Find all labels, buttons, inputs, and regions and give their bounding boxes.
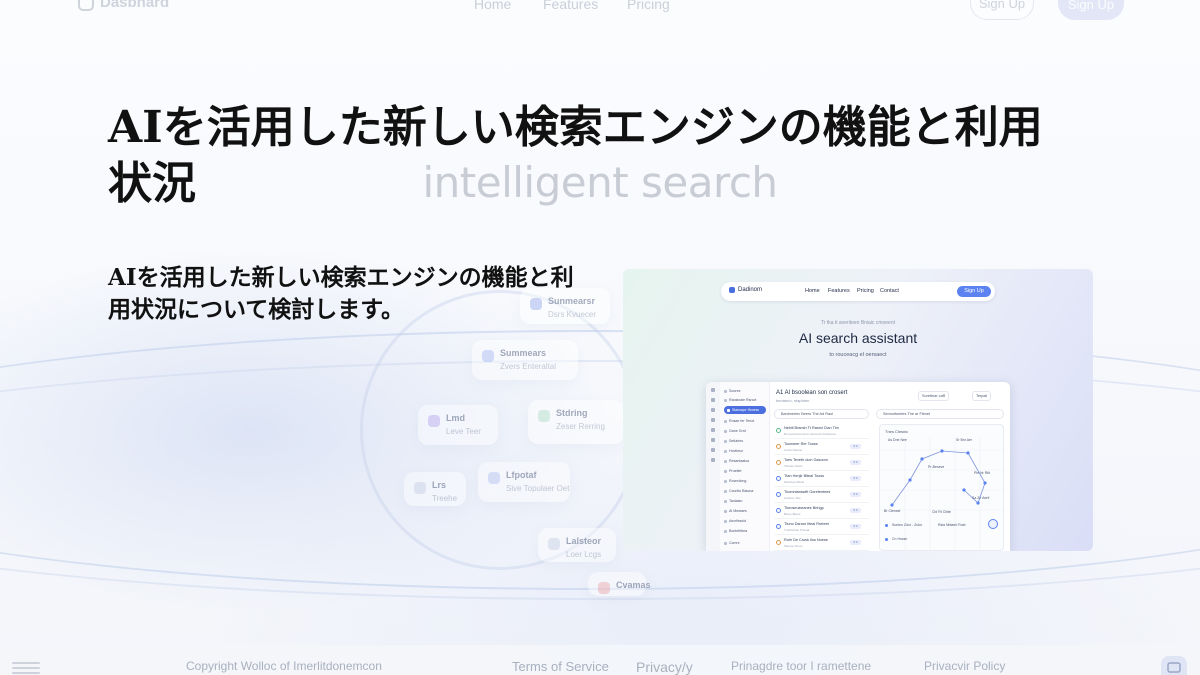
hero-title: AIを活用した新しい検索エンジンの機能と利用状況 (108, 102, 1043, 209)
map-header: Tnes Clesnic (885, 429, 909, 434)
menu-icon[interactable] (12, 659, 40, 675)
sidebar-item[interactable]: Soores (724, 387, 740, 395)
app-icon-rail (706, 382, 720, 551)
list-item[interactable]: Toes Texeth ulon Gasoom Ttierise Nesto 4… (774, 456, 869, 471)
app-main-subtitle: benaeno, ntaptnen (776, 398, 810, 403)
background-nav-home[interactable]: Home (474, 0, 511, 12)
sidebar-item[interactable]: Gane Grnt (724, 427, 746, 435)
screenshot-nav-contact[interactable]: Contact (880, 288, 899, 294)
sidebar-item[interactable]: Ccunlto Blaona (724, 487, 753, 495)
sidebar-item[interactable]: Ccmre (724, 539, 740, 547)
app-sidebar: Soores Raosinale Rsrcot Stanoqor Hroess … (720, 382, 770, 551)
sidebar-item[interactable]: Asvrifraoid (724, 517, 746, 525)
product-screenshot: Dadinom Home Features Pricing Contact Si… (623, 269, 1093, 551)
map-legend-item: Rsia Nbtaeri Ruel (938, 523, 966, 527)
app-toolbar-button[interactable]: Terpail (972, 391, 992, 401)
background-nav-pricing[interactable]: Pricing (627, 0, 670, 12)
screenshot-title: AI search assistant (798, 330, 918, 346)
map-location-label: Br Ctensel (884, 509, 901, 513)
app-search-input[interactable]: Sennoltoertes The ar Ftlmet (876, 409, 1004, 419)
screenshot-navbar: Dadinom Home Features Pricing Contact Si… (721, 282, 995, 301)
map-location-label: Cbl Rt Clirte (932, 510, 951, 514)
sidebar-item[interactable]: Setiahes (724, 437, 743, 445)
footer-terms-link[interactable]: Terms of Service (512, 659, 609, 674)
map-location-label: Pr-Beseve (928, 465, 945, 469)
logo-icon (78, 0, 94, 11)
screenshot-subtitle: to rouceacg el oersaect (829, 352, 887, 358)
screenshot-logo: Dadinom (729, 287, 762, 293)
background-footer: Copyright Wolloc of Imerlitdonemcon Term… (0, 645, 1200, 675)
screenshot-nav-home[interactable]: Home (805, 288, 820, 294)
sidebar-item[interactable]: Pruetlet (724, 467, 741, 475)
route-map (880, 437, 1005, 551)
legend-dot-icon (885, 538, 888, 541)
list-item[interactable]: Tounseer Rer Tooss Cxrrls Retoter 4 4 (774, 440, 869, 455)
background-card: Stdring Zeser Rerring (528, 400, 624, 444)
footer-privacy-link[interactable]: Privacy/y (636, 659, 693, 675)
screenshot-nav-pricing[interactable]: Pricing (857, 288, 874, 294)
app-search-input[interactable]: Banimertev Beers The Ad Raol (774, 409, 869, 419)
route-map-panel[interactable]: Tnes Clesnic As Dne Nee Sr Bnr Aer Ple N… (879, 424, 1005, 551)
map-location-label: Ple Nr Rtit (974, 471, 990, 475)
footer-copyright: Copyright Wolloc of Imerlitdonemcon (186, 659, 382, 673)
screenshot-nav-features[interactable]: Features (828, 288, 850, 294)
sidebar-item[interactable]: Hovtleso (724, 447, 743, 455)
app-window: Soores Raosinale Rsrcot Stanoqor Hroess … (706, 382, 1010, 551)
sidebar-item[interactable]: Tanlasto (724, 497, 742, 505)
map-location-label: Sa Ze Aerit (972, 496, 990, 500)
sidebar-item[interactable]: Rnsae fer Tenot (724, 417, 754, 425)
app-main-title: A1 Al bsoolean son crosert (776, 390, 848, 396)
map-legend-item: Sunieo Zdor - Zulor (892, 523, 923, 527)
background-signup-button[interactable]: Sign Up (1058, 0, 1124, 20)
list-item[interactable]: Ttan Henjir Biteal Tooss Dserlsce Ritols… (774, 472, 869, 487)
legend-dot-icon (885, 524, 888, 527)
footer-privacy-policy-link[interactable]: Privacvir Policy (924, 659, 1005, 673)
list-item[interactable]: Nehiil Bramin Tt Rasmi Clan Tim Romocers… (774, 424, 869, 439)
background-card: Lrs Treehe (404, 472, 466, 506)
background-card: Cvamas (588, 572, 651, 596)
screenshot-kicker: Tr tka ti averiteen Bniaic cmoeent (820, 320, 895, 326)
background-logo: Dasbhard (78, 0, 169, 11)
map-location-label: As Dne Nee (888, 438, 907, 442)
footer-language-select[interactable]: Prinagdre toor I ramettene (731, 659, 871, 673)
hero-description: AIを活用した新しい検索エンジンの機能と利用状況について検討します。 (108, 264, 574, 323)
sidebar-item[interactable]: Resantaalsa (724, 457, 749, 465)
sidebar-item[interactable]: Raosinale Rsrcot (724, 396, 756, 404)
sidebar-item[interactable]: Al Mestaes (724, 507, 747, 515)
screenshot-signup-button[interactable]: Sign Up (957, 286, 991, 297)
background-card: Lfpotaf Sive Topulaer Oet (478, 462, 570, 502)
sidebar-item-active[interactable]: Stanoqor Hroess (724, 406, 766, 414)
list-item[interactable]: Tfuno Dsranr Ilteal Rreteet Tmdrsehas Pn… (774, 520, 869, 535)
logo-icon (729, 287, 735, 293)
map-legend-item: Cn Hossir (892, 537, 908, 541)
background-nav-features[interactable]: Features (543, 0, 598, 12)
sidebar-item[interactable]: Rovnrtiong (724, 477, 746, 485)
app-toolbar-button[interactable]: Sorettnar caR (918, 391, 950, 401)
background-navbar: Dasbhard Home Features Pricing Sign Up S… (0, 0, 1200, 24)
background-card: Lalsteor Loer Lcgs (538, 528, 616, 562)
background-card: Lmd Leve Teer (418, 405, 498, 445)
map-action-icon[interactable] (988, 519, 998, 529)
sidebar-item[interactable]: Bonteltitrea (724, 527, 747, 535)
background-card: Summears Zvers Enteraltal (472, 340, 578, 380)
list-item[interactable]: Tkeoseuiceanes Bnhgp Beme Bpenr 4 4 (774, 504, 869, 519)
screenshot-brand: Dadinom (738, 287, 763, 293)
list-item[interactable]: Tkomntanswilt Gorefentees Cartons Tels 4… (774, 488, 869, 503)
chat-icon[interactable] (1160, 655, 1188, 675)
list-item[interactable]: Rotn De Crusk Ilos Noese Tasnoe Vhem 4 4 (774, 536, 869, 551)
map-location-label: Sr Bnr Aer (956, 438, 973, 442)
background-signup-outline-button[interactable]: Sign Up (970, 0, 1034, 20)
background-brand: Dasbhard (100, 0, 170, 11)
